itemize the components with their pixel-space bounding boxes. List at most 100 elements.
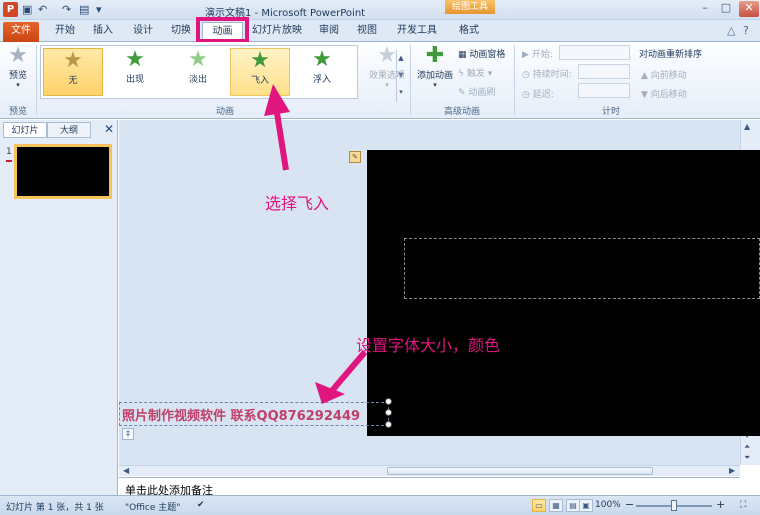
tab-slide-show[interactable]: 幻灯片放映 xyxy=(248,22,306,42)
animation-label: 飞入 xyxy=(250,76,269,86)
slide-number: 1 xyxy=(6,147,12,157)
tab-design[interactable]: 设计 xyxy=(124,22,162,42)
zoom-level[interactable]: 100% xyxy=(595,500,621,510)
minimize-ribbon-icon[interactable]: △ xyxy=(727,24,735,37)
delay-field[interactable] xyxy=(578,83,630,98)
animation-fade[interactable]: ★ 淡出 xyxy=(168,48,228,96)
scroll-left-icon[interactable]: ◀ xyxy=(123,466,129,475)
tab-review[interactable]: 审阅 xyxy=(312,22,346,42)
undo-icon[interactable]: ↶ xyxy=(38,3,47,16)
tab-view[interactable]: 视图 xyxy=(350,22,384,42)
star-icon: ★ xyxy=(312,47,332,72)
effect-options-button[interactable]: ★ 效果选项 ▾ xyxy=(367,43,407,90)
resize-handle[interactable] xyxy=(385,421,392,428)
preview-button[interactable]: ★ 预览 ▾ xyxy=(3,44,33,90)
notes-pane[interactable]: 单击此处添加备注 xyxy=(119,477,740,497)
preview-group-label: 预览 xyxy=(8,107,27,117)
new-slide-icon[interactable]: ▤ xyxy=(79,3,89,16)
redo-icon[interactable]: ↷ xyxy=(62,3,71,16)
close-pane-icon[interactable]: ✕ xyxy=(104,122,114,136)
animation-none[interactable]: ★ 无 xyxy=(43,48,103,96)
tab-insert[interactable]: 插入 xyxy=(86,22,120,42)
tab-transitions[interactable]: 切换 xyxy=(164,22,198,42)
start-dropdown[interactable] xyxy=(559,45,630,60)
normal-view-icon[interactable]: ▭ xyxy=(532,499,546,512)
customize-qat-icon[interactable]: ▾ xyxy=(96,3,102,16)
save-icon[interactable]: ▣ xyxy=(22,3,32,16)
tab-format[interactable]: 格式 xyxy=(450,22,488,42)
annotation-select-fly-in: 选择飞入 xyxy=(265,194,330,213)
delay-label: ◷ 延迟: xyxy=(522,90,554,100)
clock-icon: ◷ xyxy=(522,90,530,100)
add-animation-button[interactable]: ✚ 添加动画 ▾ xyxy=(414,43,456,90)
thumbnail-text-marker xyxy=(6,160,12,162)
animation-float-in[interactable]: ★ 浮入 xyxy=(292,48,352,96)
animation-gallery: ★ 无 ★ 出现 ★ 淡出 ★ 飞入 ★ 浮入 ▲ ▼ ▾ xyxy=(40,45,404,102)
group-divider xyxy=(410,45,411,115)
close-button[interactable]: ✕ xyxy=(739,1,759,17)
preview-label: 预览 xyxy=(8,71,27,81)
star-icon: ★ xyxy=(250,48,270,73)
star-icon: ★ xyxy=(188,47,208,72)
text-box-content[interactable]: 照片制作视频软件 联系QQ876292449 xyxy=(122,405,360,424)
restore-button[interactable]: □ xyxy=(716,1,736,17)
resize-handle[interactable] xyxy=(385,409,392,416)
move-earlier-button[interactable]: ▲ 向前移动 xyxy=(641,68,687,81)
zoom-out-icon[interactable]: − xyxy=(625,498,634,511)
zoom-slider-thumb[interactable] xyxy=(671,500,677,511)
star-icon: ★ xyxy=(63,48,83,73)
move-later-button[interactable]: ▼ 向后移动 xyxy=(641,87,687,100)
animation-label: 浮入 xyxy=(312,75,331,85)
previous-slide-icon[interactable]: ⏶ xyxy=(744,442,750,452)
trigger-button[interactable]: ϟ 触发 ▾ xyxy=(458,66,492,79)
add-animation-icon: ✚ xyxy=(425,43,445,68)
tab-home[interactable]: 开始 xyxy=(48,22,82,42)
tab-slides[interactable]: 幻灯片 xyxy=(3,122,47,138)
minimize-button[interactable]: – xyxy=(695,1,715,17)
effect-options-icon: ★ xyxy=(377,43,397,68)
duration-field[interactable] xyxy=(578,64,630,79)
animation-fly-in[interactable]: ★ 飞入 xyxy=(230,48,290,96)
autofit-options-icon[interactable]: ‡ xyxy=(122,428,134,440)
animations-ribbon: ★ 预览 ▾ 预览 ★ 无 ★ 出现 ★ 淡出 ★ 飞入 ★ 浮入 ▲ ▼ ▾ ★ … xyxy=(0,42,760,119)
help-icon[interactable]: ? xyxy=(743,24,749,37)
scroll-right-icon[interactable]: ▶ xyxy=(729,466,735,475)
title-bar: P ▣ ↶ ↷ ▤ ▾ 演示文稿1 - Microsoft PowerPoint… xyxy=(0,0,760,20)
theme-name[interactable]: "Office 主题" xyxy=(125,500,180,513)
horizontal-scrollbar[interactable]: ◀ ▶ xyxy=(119,465,740,476)
scroll-up-icon[interactable]: ▲ xyxy=(744,122,750,131)
slide-thumbnail[interactable] xyxy=(14,144,112,199)
timing-group-label: 计时 xyxy=(601,107,620,117)
status-bar: 幻灯片 第 1 张，共 1 张 "Office 主题" ✔ ▭ ▦ ▤ ▣ 10… xyxy=(0,495,760,515)
group-divider xyxy=(36,45,37,115)
reading-view-icon[interactable]: ▤ xyxy=(566,499,580,512)
slide-sorter-icon[interactable]: ▦ xyxy=(549,499,563,512)
powerpoint-app-icon[interactable]: P xyxy=(3,2,18,17)
scroll-thumb[interactable] xyxy=(387,467,653,475)
animation-pane-button[interactable]: ▦ 动画窗格 xyxy=(458,47,505,60)
paste-options-icon[interactable]: ✎ xyxy=(349,151,361,163)
slide-count: 幻灯片 第 1 张，共 1 张 xyxy=(6,503,104,513)
title-placeholder[interactable] xyxy=(404,238,760,299)
resize-handle[interactable] xyxy=(385,398,392,405)
next-slide-icon[interactable]: ⏷ xyxy=(744,453,750,463)
tab-outline[interactable]: 大纲 xyxy=(47,122,91,138)
tab-file[interactable]: 文件 xyxy=(3,22,39,42)
reorder-title: 对动画重新排序 xyxy=(639,50,703,60)
add-animation-label: 添加动画 xyxy=(416,71,453,81)
tab-developer[interactable]: 开发工具 xyxy=(392,22,442,42)
animations-tab-highlight xyxy=(196,17,249,43)
up-arrow-icon: ▲ xyxy=(641,71,648,81)
slide-show-icon[interactable]: ▣ xyxy=(579,499,593,512)
clock-icon: ◷ xyxy=(522,70,530,80)
animation-label: 淡出 xyxy=(188,75,207,85)
duration-label: ◷ 持续时间: xyxy=(522,70,572,80)
animation-appear[interactable]: ★ 出现 xyxy=(105,48,165,96)
annotation-set-font: 设置字体大小，颜色 xyxy=(356,336,501,355)
animation-painter-button[interactable]: ✎ 动画刷 xyxy=(458,85,495,98)
advanced-animation-group-label: 高级动画 xyxy=(443,107,480,117)
zoom-in-icon[interactable]: + xyxy=(716,498,725,511)
spell-check-icon[interactable]: ✔ xyxy=(197,500,205,510)
ribbon-tab-bar: 文件 开始 插入 设计 切换 动画 幻灯片放映 审阅 视图 开发工具 格式 △ … xyxy=(0,20,760,42)
fit-to-window-icon[interactable]: ⛶ xyxy=(740,500,746,510)
